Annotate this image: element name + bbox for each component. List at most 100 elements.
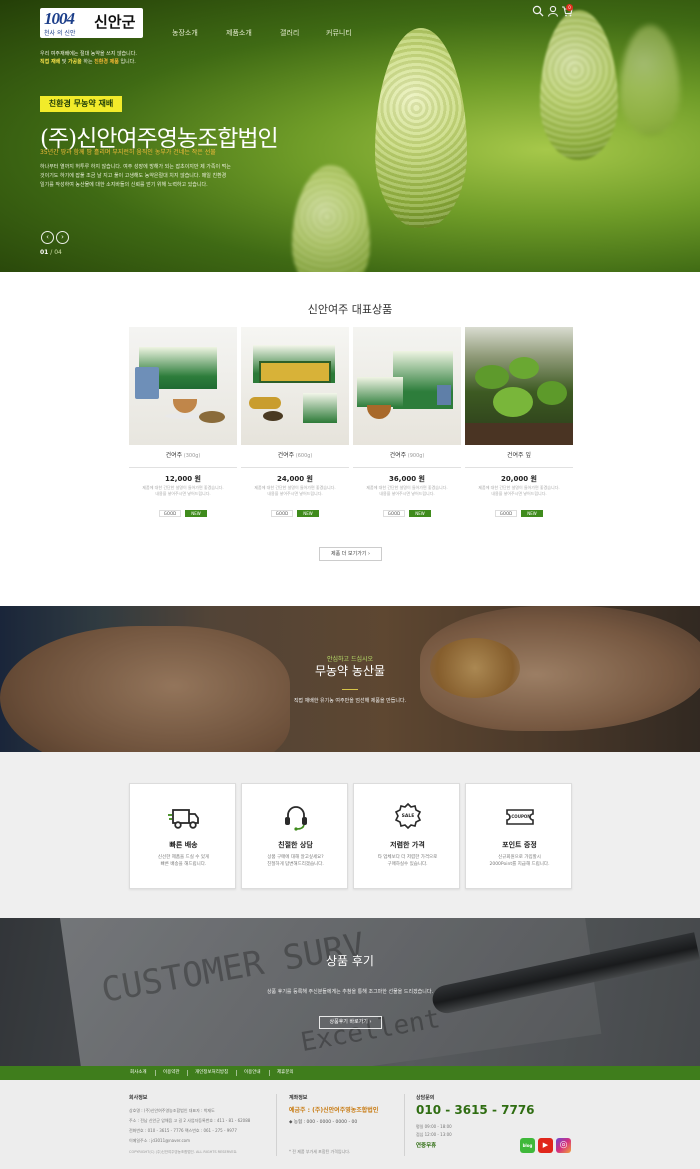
feature-title: 빠른 배송 bbox=[169, 841, 198, 849]
slider-prev-button[interactable]: ‹ bbox=[41, 231, 54, 244]
feature-description: 신규회원으로 가입할시 2000Point를 지급해 드립니다. bbox=[489, 855, 550, 867]
product-image[interactable] bbox=[129, 327, 237, 445]
footer-link-terms[interactable]: 이용약관 bbox=[163, 1069, 180, 1075]
organic-banner bbox=[0, 606, 700, 752]
product-price: 24,000 원 bbox=[277, 475, 313, 483]
feature-description: 타 업체보다 더 저렴한 가격으로 구매하실수 있습니다. bbox=[377, 855, 438, 867]
hero-description: 하나부터 열까지 허투루 하지 않습니다. 여주 성장에 방해가 되는 잡초이지… bbox=[40, 164, 231, 188]
review-button[interactable]: 상품후기 바로가기 › bbox=[319, 1016, 382, 1029]
product-price: 12,000 원 bbox=[165, 475, 201, 483]
product-name: 건여주 (900g) bbox=[389, 452, 425, 459]
logo-name: 신안군 bbox=[94, 14, 136, 31]
hero-subtitle: 35년간 땅과 함께 땀 흘리며 부지런히 움직인 농부가 건네는 작은 선물 bbox=[40, 149, 216, 156]
feature-consultation: 친절한 상담 상품 구매에 대해 알고싶세요? 친절하게 답변해드리겠습니다. bbox=[241, 783, 348, 889]
logo-number: 1004 bbox=[44, 9, 75, 28]
coupon-label: COUPON bbox=[511, 814, 531, 819]
footer-link-company[interactable]: 회사소개 bbox=[130, 1069, 147, 1075]
new-tag: NEW bbox=[297, 510, 319, 517]
hero-intro-line1: 우리 여주재배에는 절대 농약을 쓰지 않습니다. bbox=[40, 51, 137, 57]
feature-fast-delivery: 빠른 배송 신선한 제품을 드실 수 있게 빠른 배송을 해드립니다. bbox=[129, 783, 236, 889]
cs-lunch-hours: 점심 12:00 - 13:00 bbox=[416, 1132, 452, 1137]
logo-subtitle: 천사 의 신안 bbox=[44, 30, 76, 37]
cs-weekday-hours: 평일 09:00 - 18:00 bbox=[416, 1124, 452, 1129]
good-tag: GOOD bbox=[271, 510, 293, 517]
slider-next-button[interactable]: › bbox=[56, 231, 69, 244]
review-description: 상품 후기를 등록해 주신분들에게는 추첨을 통해 조그마한 선물을 드리겠습니… bbox=[266, 989, 434, 995]
product-card[interactable]: 건여주 (600g) 24,000 원 제품에 대한 간단한 설명이 들어가면 … bbox=[241, 327, 349, 517]
product-card[interactable]: 건여주 (900g) 36,000 원 제품에 대한 간단한 설명이 들어가면 … bbox=[353, 327, 461, 517]
slider-pagination: 01 / 04 bbox=[40, 249, 62, 256]
feature-low-price: SALE 저렴한 가격 타 업체보다 더 저렴한 가격으로 구매하실수 있습니다. bbox=[353, 783, 460, 889]
company-info-line: 이메일주소 : jd3011@naver.com bbox=[129, 1138, 191, 1143]
product-price: 36,000 원 bbox=[389, 475, 425, 483]
products-section-title: 신안여주 대표상품 bbox=[307, 303, 393, 316]
instagram-icon[interactable]: ◎ bbox=[556, 1138, 571, 1153]
cart-count-badge: 0 bbox=[566, 4, 573, 11]
good-tag: GOOD bbox=[159, 510, 181, 517]
hero-intro-line2: 직접 재배 및 가공을 하는 친환경 제품 입니다. bbox=[40, 59, 136, 65]
bitter-gourd-image-main bbox=[375, 28, 467, 228]
sale-label: SALE bbox=[401, 814, 415, 819]
footer-link-guide[interactable]: 이용안내 bbox=[244, 1069, 261, 1075]
product-description: 제품에 대한 간단한 설명이 들어가면 좋겠습니다. 내용을 넣어주시면 넣어드립… bbox=[478, 485, 560, 496]
search-icon[interactable] bbox=[532, 5, 544, 17]
feature-description: 신선한 제품을 드실 수 있게 빠른 배송을 해드립니다. bbox=[157, 855, 210, 867]
product-description: 제품에 대한 간단한 설명이 들어가면 좋겠습니다. 내용을 넣어주시면 넣어드립… bbox=[366, 485, 448, 496]
cs-title: 상담문의 bbox=[416, 1095, 435, 1101]
vat-note: * 전 제품 부가세 포함된 가격입니다. bbox=[289, 1149, 351, 1154]
title-underline bbox=[342, 689, 358, 690]
account-bank: ◆ 농협 : 000 - 0000 - 0000 - 00 bbox=[289, 1120, 358, 1125]
hero-intro: 우리 여주재배에는 절대 농약을 쓰지 않습니다. 직접 재배 및 가공을 하는… bbox=[40, 50, 137, 66]
product-name: 건여주 (300g) bbox=[165, 452, 201, 459]
account-info-title: 계좌정보 bbox=[289, 1095, 308, 1101]
more-products-button[interactable]: 제품 더 보기가기 › bbox=[319, 547, 382, 561]
eco-badge: 친환경 무농약 재배 bbox=[40, 96, 122, 112]
product-card[interactable]: 건여주 잎 20,000 원 제품에 대한 간단한 설명이 들어가면 좋겠습니다… bbox=[465, 327, 573, 517]
product-price: 20,000 원 bbox=[501, 475, 537, 483]
footer-nav: 회사소개 이용약관 개인정보처리방침 이용안내 제휴문의 bbox=[0, 1066, 700, 1080]
new-tag: NEW bbox=[521, 510, 543, 517]
good-tag: GOOD bbox=[383, 510, 405, 517]
product-description: 제품에 대한 간단한 설명이 들어가면 좋겠습니다. 내용을 넣어주시면 넣어드립… bbox=[254, 485, 336, 496]
features-section bbox=[0, 752, 700, 918]
footer-link-partnership[interactable]: 제휴문의 bbox=[277, 1069, 294, 1075]
product-card[interactable]: 건여주 (300g) 12,000 원 제품에 대한 간단한 설명이 들어가면 … bbox=[129, 327, 237, 517]
feature-point-reward: COUPON 포인트 증정 신규회원으로 가입할시 2000Point를 지급해 … bbox=[465, 783, 572, 889]
product-description: 제품에 대한 간단한 설명이 들어가면 좋겠습니다. 내용을 넣어주시면 넣어드립… bbox=[142, 485, 224, 496]
copyright: COPYRIGHT(C) (주)신안여주영농조합법인. ALL RIGHTS R… bbox=[129, 1150, 238, 1154]
company-info-line: 상호명 : (주)신안여주영농조합법인 대표자 : 박재도 bbox=[129, 1108, 215, 1113]
feature-title: 친절한 상담 bbox=[278, 841, 313, 849]
new-tag: NEW bbox=[409, 510, 431, 517]
company-info-title: 회사정보 bbox=[129, 1095, 148, 1101]
cs-holiday: 연중무휴 bbox=[416, 1143, 437, 1149]
nav-farm-intro[interactable]: 농장소개 bbox=[172, 28, 198, 38]
truck-icon bbox=[168, 809, 199, 829]
good-tag: GOOD bbox=[495, 510, 517, 517]
review-title: 상품 후기 bbox=[326, 954, 374, 968]
feature-title: 포인트 증정 bbox=[502, 841, 537, 849]
nav-gallery[interactable]: 갤러리 bbox=[280, 28, 299, 38]
product-image[interactable] bbox=[241, 327, 349, 445]
product-name: 건여주 잎 bbox=[507, 452, 531, 459]
organic-description: 직접 재배한 유기농 여주만을 엄선해 제품을 만듭니다. bbox=[293, 698, 407, 704]
nav-products[interactable]: 제품소개 bbox=[226, 28, 252, 38]
product-image[interactable] bbox=[465, 327, 573, 445]
new-tag: NEW bbox=[185, 510, 207, 517]
cs-phone[interactable]: 010 - 3615 - 7776 bbox=[416, 1103, 535, 1117]
footer-link-privacy[interactable]: 개인정보처리방침 bbox=[195, 1069, 228, 1075]
account-holder: 예금주 : (주)신안여주영농조합법인 bbox=[289, 1107, 379, 1114]
bitter-gourd-image-right bbox=[540, 10, 618, 160]
company-info-line: 전화번호 : 010 - 3615 - 7776 팩스번호 : 061 - 27… bbox=[129, 1128, 237, 1133]
user-icon[interactable] bbox=[547, 5, 559, 17]
feature-title: 저렴한 가격 bbox=[390, 841, 425, 849]
blog-icon[interactable]: blog bbox=[520, 1138, 535, 1153]
organic-title: 무농약 농산물 bbox=[314, 664, 386, 678]
headset-icon bbox=[285, 806, 307, 831]
nav-community[interactable]: 커뮤니티 bbox=[326, 28, 352, 38]
product-image[interactable] bbox=[353, 327, 461, 445]
youtube-icon[interactable]: ▶ bbox=[538, 1138, 553, 1153]
company-info-line: 주소 : 전남 신안군 압해읍 고 길 2 사업자등록번호 : 411 - 81… bbox=[129, 1118, 251, 1123]
feature-description: 상품 구매에 대해 알고싶세요? 친절하게 답변해드리겠습니다. bbox=[267, 855, 324, 867]
bitter-gourd-image-left bbox=[292, 165, 370, 272]
product-name: 건여주 (600g) bbox=[277, 452, 313, 459]
